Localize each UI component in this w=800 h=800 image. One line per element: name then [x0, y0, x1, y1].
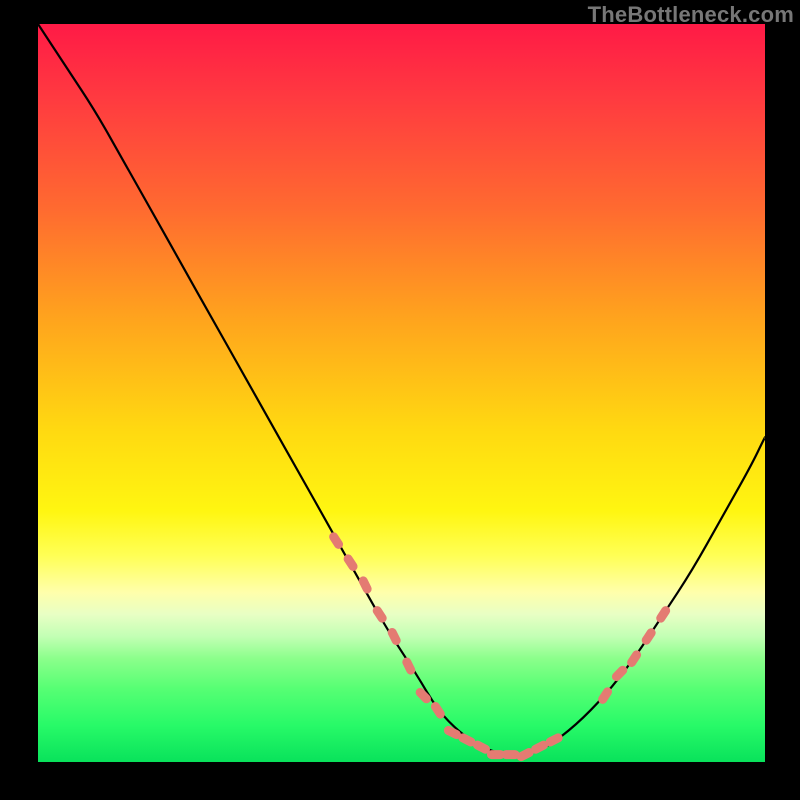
highlight-dot [654, 604, 671, 624]
bottleneck-curve [38, 24, 765, 755]
highlight-dot [357, 575, 373, 595]
chart-frame: TheBottleneck.com [0, 0, 800, 800]
watermark-text: TheBottleneck.com [588, 2, 794, 28]
curve-path [38, 24, 765, 755]
plot-area [38, 24, 765, 762]
highlight-dots-left [327, 531, 564, 762]
bottleneck-curve-svg [38, 24, 765, 762]
highlight-dots-right [596, 604, 672, 705]
highlight-dot [640, 627, 657, 647]
